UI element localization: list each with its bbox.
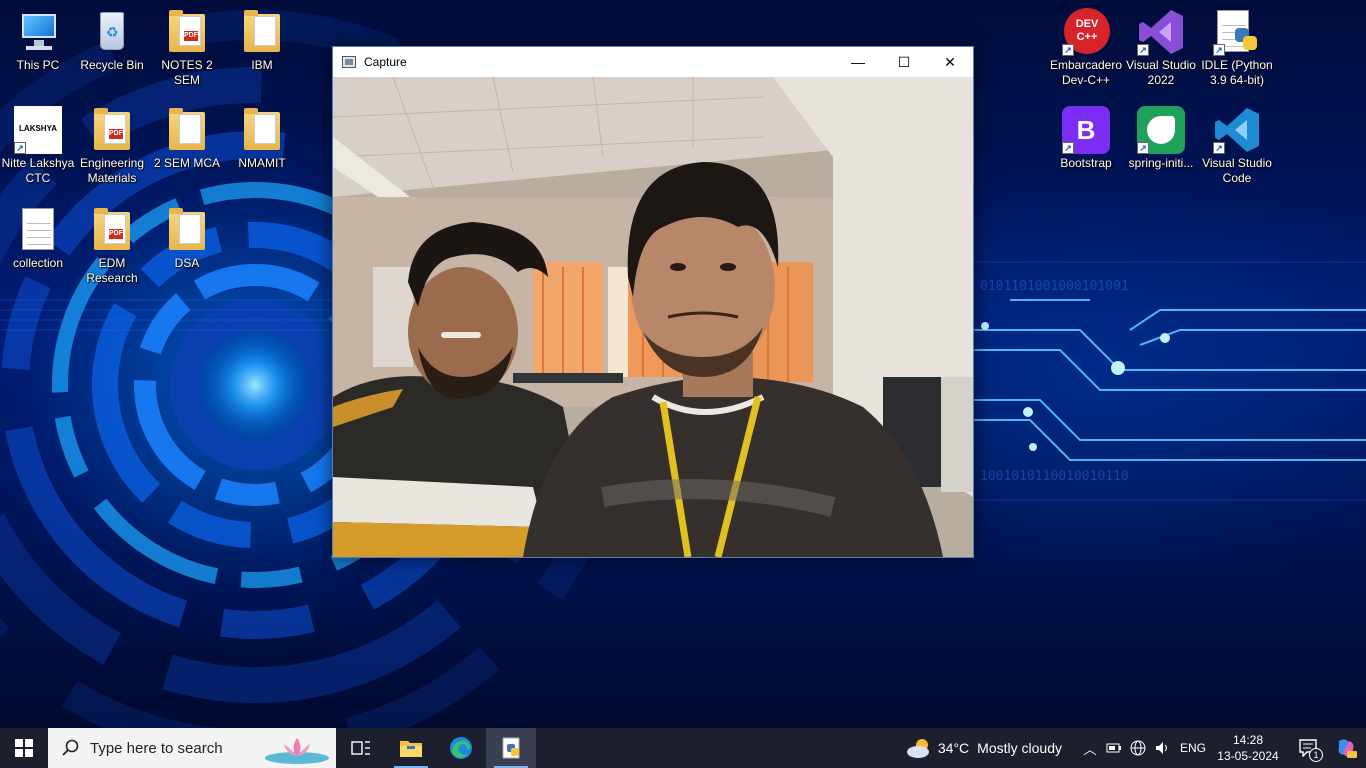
window-title: Capture (364, 55, 407, 69)
taskbar-edge[interactable] (436, 728, 486, 768)
folder-icon (238, 106, 286, 154)
chevron-up-icon: ︿ (1083, 741, 1097, 757)
desktop-icon-label: Embarcadero Dev-C++ (1049, 58, 1123, 87)
svg-text:0101101001000101001: 0101101001000101001 (980, 279, 1129, 294)
desktop-icon-label: This PC (16, 58, 60, 72)
weather-widget[interactable]: 34°C Mostly cloudy (906, 737, 1062, 759)
this-pc-icon (14, 8, 62, 56)
python-icon (502, 737, 520, 759)
devcpp-icon: DEV C++ ↗ (1062, 8, 1110, 56)
desktop-icon-label: 2 SEM MCA (153, 156, 220, 170)
search-icon (62, 739, 79, 756)
visual-studio-icon: ↗ (1137, 8, 1185, 56)
system-tray: 34°C Mostly cloudy ︿ ENG 14:28 13-05-202… (906, 728, 1366, 768)
maximize-button[interactable]: ☐ (881, 47, 927, 77)
cloud-sun-icon (906, 739, 929, 758)
taskbar: Type here to search 34°C Mostly cloudy ︿… (0, 728, 1366, 768)
desktop-icon-this-pc[interactable]: This PC (0, 8, 76, 73)
pdf-folder-icon: PDF (88, 206, 136, 254)
desktop-icon-engineering-materials[interactable]: PDF Engineering Materials (74, 106, 150, 186)
capture-window[interactable]: Capture — ☐ ✕ (332, 46, 974, 558)
desktop-icon-label: Bootstrap (1060, 156, 1112, 170)
task-view-button[interactable] (336, 728, 386, 768)
app-icon (342, 56, 356, 68)
volume-icon[interactable] (1150, 728, 1174, 768)
desktop-icon-nitte-lakshya[interactable]: LAKSHYA ↗ Nitte Lakshya CTC (0, 106, 76, 186)
webcam-image (333, 77, 973, 557)
desktop-icon-notes-2-sem[interactable]: PDF NOTES 2 SEM (149, 8, 225, 88)
notification-count-badge: 1 (1309, 748, 1323, 762)
show-hidden-icons-button[interactable]: ︿ (1078, 728, 1102, 768)
desktop-icon-label: Recycle Bin (80, 58, 144, 72)
network-globe-icon[interactable] (1126, 728, 1150, 768)
windows-logo-icon (15, 739, 33, 757)
battery-icon[interactable] (1102, 728, 1126, 768)
notification-center-button[interactable]: 1 (1292, 728, 1326, 768)
taskbar-python[interactable] (486, 728, 536, 768)
copilot-icon (1338, 739, 1357, 758)
desktop-icon-ibm[interactable]: IBM (224, 8, 300, 73)
desktop-icon-devcpp[interactable]: DEV C++ ↗ Embarcadero Dev-C++ (1048, 8, 1124, 88)
desktop-icon-label: Nitte Lakshya CTC (1, 156, 75, 185)
desktop-icon-label: Visual Studio 2022 (1126, 58, 1196, 87)
weather-condition: Mostly cloudy (977, 740, 1062, 756)
desktop-icon-collection[interactable]: collection (0, 206, 76, 271)
pdf-folder-icon: PDF (88, 106, 136, 154)
clock[interactable]: 14:28 13-05-2024 (1216, 732, 1280, 764)
desktop-icon-label: Visual Studio Code (1202, 156, 1272, 185)
lakshya-shortcut-icon: LAKSHYA ↗ (14, 106, 62, 154)
svg-text:1001010110010010110: 1001010110010010110 (980, 469, 1129, 484)
clock-time: 14:28 (1232, 733, 1264, 747)
start-button[interactable] (0, 728, 48, 768)
text-file-icon (14, 206, 62, 254)
desktop-icon-spring-initializr[interactable]: ↗ spring-initi... (1123, 106, 1199, 171)
desktop-icon-label: Engineering Materials (79, 156, 145, 185)
spring-icon: ↗ (1137, 106, 1185, 154)
desktop-icon-nmamit[interactable]: NMAMIT (224, 106, 300, 171)
weather-temp: 34°C (937, 740, 970, 756)
desktop-icon-label: IBM (251, 58, 273, 72)
desktop-icon-idle-python[interactable]: ↗ IDLE (Python 3.9 64-bit) (1199, 8, 1275, 88)
search-box[interactable]: Type here to search (48, 728, 336, 768)
file-explorer-icon (400, 741, 422, 757)
folder-icon (163, 106, 211, 154)
close-button[interactable]: ✕ (927, 47, 973, 77)
minimize-button[interactable]: — (835, 47, 881, 77)
python-idle-icon: ↗ (1213, 8, 1261, 56)
webcam-feed (333, 77, 973, 557)
pdf-folder-icon: PDF (163, 8, 211, 56)
vscode-icon: ↗ (1213, 106, 1261, 154)
desktop-icon-visual-studio-2022[interactable]: ↗ Visual Studio 2022 (1123, 8, 1199, 88)
desktop-icon-label: NMAMIT (238, 156, 286, 170)
desktop-icon-bootstrap[interactable]: B ↗ Bootstrap (1048, 106, 1124, 171)
copilot-button[interactable] (1326, 728, 1366, 768)
desktop-icon-dsa[interactable]: DSA (149, 206, 225, 271)
bootstrap-icon: B ↗ (1062, 106, 1110, 154)
desktop-icon-label: spring-initi... (1128, 156, 1194, 170)
desktop-icon-vscode[interactable]: ↗ Visual Studio Code (1199, 106, 1275, 186)
lotus-search-highlight-icon (265, 738, 329, 764)
language-indicator[interactable]: ENG (1180, 741, 1206, 755)
desktop-icon-label: EDM Research (86, 256, 138, 285)
desktop-icon-2-sem-mca[interactable]: 2 SEM MCA (149, 106, 225, 171)
desktop-icon-recycle-bin[interactable]: ♻ Recycle Bin (74, 8, 150, 73)
recycle-bin-icon: ♻ (88, 8, 136, 56)
desktop-icon-label: NOTES 2 SEM (161, 58, 213, 87)
taskbar-file-explorer[interactable] (386, 728, 436, 768)
window-titlebar[interactable]: Capture — ☐ ✕ (333, 47, 973, 77)
folder-icon (163, 206, 211, 254)
folder-icon (238, 8, 286, 56)
search-placeholder: Type here to search (90, 739, 223, 757)
edge-icon (450, 737, 472, 759)
desktop-icon-edm-research[interactable]: PDF EDM Research (74, 206, 150, 286)
desktop-icon-label: IDLE (Python 3.9 64-bit) (1201, 58, 1273, 87)
task-view-icon (351, 741, 370, 755)
desktop-icon-label: DSA (174, 256, 200, 270)
clock-date: 13-05-2024 (1217, 749, 1279, 763)
desktop-icon-label: collection (12, 256, 64, 270)
